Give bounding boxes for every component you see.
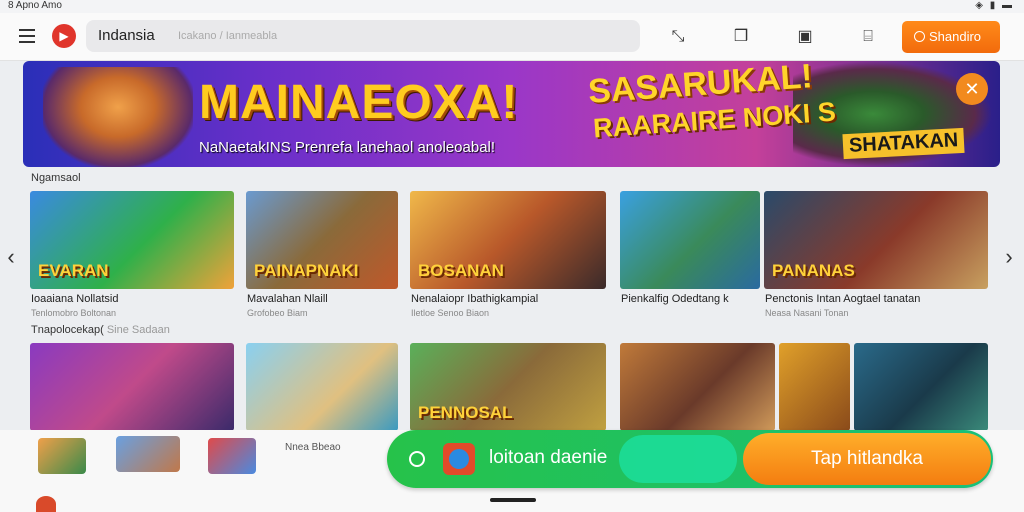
mini-game-thumb[interactable] [116,436,180,472]
bottom-bar: Nnea Bbeao loitoan daenie Tap hitlandka [0,430,1024,512]
storage-icon[interactable]: ⌸ [857,26,879,48]
app-logo-icon[interactable]: ▶ [52,24,76,48]
card-title: Pienkalfig Odedtang k [621,293,729,305]
banner-subtitle: NaNaetakINS Prenrefa lanehaol anoleoabal… [199,139,496,156]
promo-banner[interactable]: MAINAEOXA! NaNaetakINS Prenrefa lanehaol… [23,61,1000,167]
menu-icon[interactable] [19,29,35,43]
game-card[interactable] [30,343,234,431]
card-thumb-text: PENNOSAL [418,403,513,422]
game-card[interactable]: PANANAS [764,191,988,289]
carousel-prev-icon[interactable]: ‹ [4,244,18,270]
close-icon[interactable]: ✕ [956,73,988,105]
home-indicator[interactable] [490,498,536,502]
game-card[interactable] [246,343,398,431]
status-time: 8 Apno Amo [8,0,62,11]
install-bar[interactable]: loitoan daenie Tap hitlandka [387,430,993,488]
start-button-label: Shandiro [929,29,982,44]
card-thumb-text: PANANAS [772,261,855,280]
game-card[interactable]: PAINAPNAKI [246,191,398,289]
card-thumb-text: PAINAPNAKI [254,261,359,280]
card-title: Penctonis Intan Aogtael tanatan [765,293,921,305]
top-bar: ▶ Indansia ⤡ ❒ ▣ ⌸ Shandiro [0,13,1024,61]
section-title: Ngamsaol [31,172,81,184]
hero-character-left [43,67,193,167]
card-title: Mavalahan Nlaill [247,293,328,305]
game-card[interactable] [779,343,850,431]
check-icon [409,451,425,467]
status-bar: 8 Apno Amo ◈ ▮ ▬ [0,0,1024,13]
search-region-label: Indansia [98,27,155,44]
app-icon [443,443,475,475]
mini-game-thumb[interactable] [208,438,256,474]
section-title-muted: Sine Sadaan [106,324,170,336]
search-input[interactable] [178,28,598,44]
gallery-icon[interactable]: ▣ [794,26,816,48]
card-subtitle: Neasa Nasani Tonan [765,308,849,318]
card-title: Nenalaiopr Ibathigkampial [411,293,539,305]
start-button[interactable]: Shandiro [902,21,1000,53]
card-subtitle: Tenlomobro Boltonan [31,308,117,318]
banner-title: MAINAEOXA! [199,76,519,129]
section-title: Tnapolocekap( Sine Sadaan [31,324,170,336]
game-card[interactable]: EVARAN [30,191,234,289]
game-card[interactable] [854,343,988,431]
bookmark-icon[interactable]: ❒ [730,26,752,48]
install-highlight [619,435,737,483]
game-card[interactable]: BOSANAN [410,191,606,289]
card-title: Ioaaiana Nollatsid [31,293,119,305]
card-subtitle: Grofobeo Biam [247,308,308,318]
mini-label: Nnea Bbeao [285,442,341,453]
card-thumb-text: BOSANAN [418,261,504,280]
mini-game-thumb[interactable] [38,438,86,474]
card-subtitle: Iletloe Senoo Biaon [411,308,490,318]
card-thumb-text: EVARAN [38,261,109,280]
play-icon [914,31,925,42]
avatar[interactable] [36,496,56,512]
game-card[interactable] [620,343,775,431]
game-card[interactable] [620,191,760,289]
carousel-next-icon[interactable]: › [1002,244,1016,270]
cta-button[interactable]: Tap hitlandka [743,433,991,485]
install-label: loitoan daenie [489,447,608,468]
expand-icon[interactable]: ⤡ [667,26,689,48]
game-card[interactable]: PENNOSAL [410,343,606,431]
search-bar[interactable]: Indansia [86,20,640,52]
status-icons: ◈ ▮ ▬ [975,0,1014,11]
section-title-text: Tnapolocekap( [31,324,104,336]
